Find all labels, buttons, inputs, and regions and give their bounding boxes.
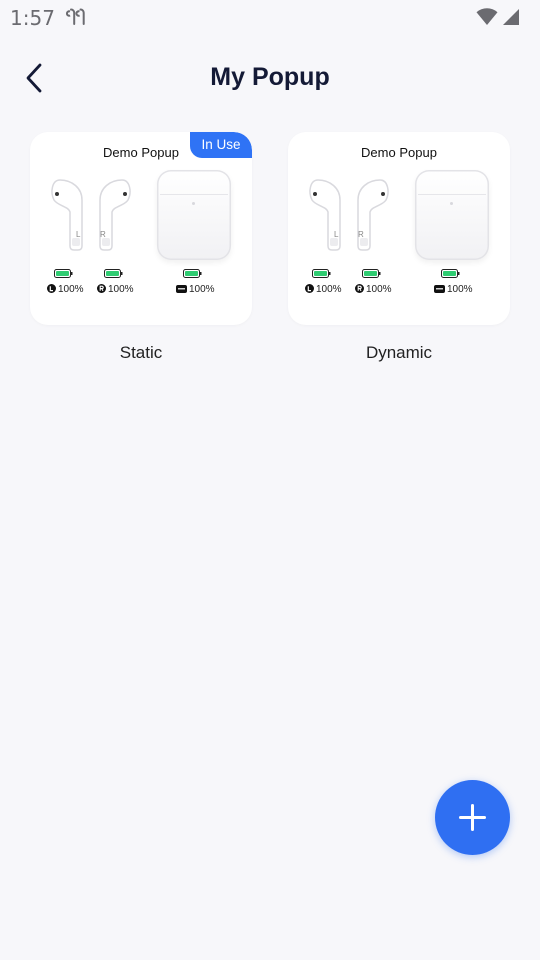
- popup-caption: Dynamic: [365, 343, 433, 362]
- right-bud-indicator-icon: [355, 284, 364, 293]
- cellular-signal-icon: [502, 8, 520, 31]
- battery-icon: [183, 269, 202, 278]
- battery-icon: [362, 269, 381, 278]
- left-earbud-icon: [51, 179, 83, 251]
- popup-card[interactable]: In Use Demo Popup L R 100% 100% 100%: [30, 132, 252, 325]
- right-earbud-icon: [99, 179, 131, 251]
- case-battery-value: 100%: [447, 284, 473, 295]
- right-earbud-icon: [357, 179, 389, 251]
- right-label: R: [100, 230, 106, 239]
- left-battery-stat: 100%: [305, 284, 342, 295]
- earbuds-status-icon: [65, 7, 88, 34]
- right-battery-value: 100%: [108, 284, 134, 295]
- left-bud-indicator-icon: [47, 284, 56, 293]
- page-title: My Popup: [210, 63, 330, 91]
- case-battery-stat: 100%: [434, 284, 473, 295]
- right-battery-value: 100%: [366, 284, 392, 295]
- left-battery-stat: 100%: [47, 284, 84, 295]
- popup-card[interactable]: Demo Popup L R 100% 100% 100%: [288, 132, 510, 325]
- charging-case-icon: [157, 170, 231, 260]
- right-bud-indicator-icon: [97, 284, 106, 293]
- battery-icon: [54, 269, 73, 278]
- battery-icon: [441, 269, 460, 278]
- left-battery-value: 100%: [316, 284, 342, 295]
- wifi-icon: [476, 8, 498, 31]
- add-popup-button[interactable]: [435, 780, 510, 855]
- case-indicator-icon: [434, 285, 445, 293]
- case-indicator-icon: [176, 285, 187, 293]
- left-label: L: [334, 230, 339, 239]
- popup-item-dynamic: Demo Popup L R 100% 100% 100% Dynamic: [288, 132, 510, 363]
- right-battery-stat: 100%: [97, 284, 134, 295]
- popup-item-static: In Use Demo Popup L R 100% 100% 100% Sta…: [30, 132, 252, 363]
- right-label: R: [358, 230, 364, 239]
- left-battery-value: 100%: [58, 284, 84, 295]
- card-title: Demo Popup: [361, 145, 437, 160]
- charging-case-icon: [415, 170, 489, 260]
- status-bar: 1:57: [0, 0, 540, 36]
- case-battery-stat: 100%: [176, 284, 215, 295]
- card-title: Demo Popup: [103, 145, 179, 160]
- battery-icon: [104, 269, 123, 278]
- left-earbud-icon: [309, 179, 341, 251]
- right-battery-stat: 100%: [355, 284, 392, 295]
- left-label: L: [76, 230, 81, 239]
- popup-caption: Static: [119, 343, 163, 362]
- battery-icon: [312, 269, 331, 278]
- status-time: 1:57: [10, 6, 55, 30]
- plus-icon: [459, 804, 486, 831]
- case-battery-value: 100%: [189, 284, 215, 295]
- left-bud-indicator-icon: [305, 284, 314, 293]
